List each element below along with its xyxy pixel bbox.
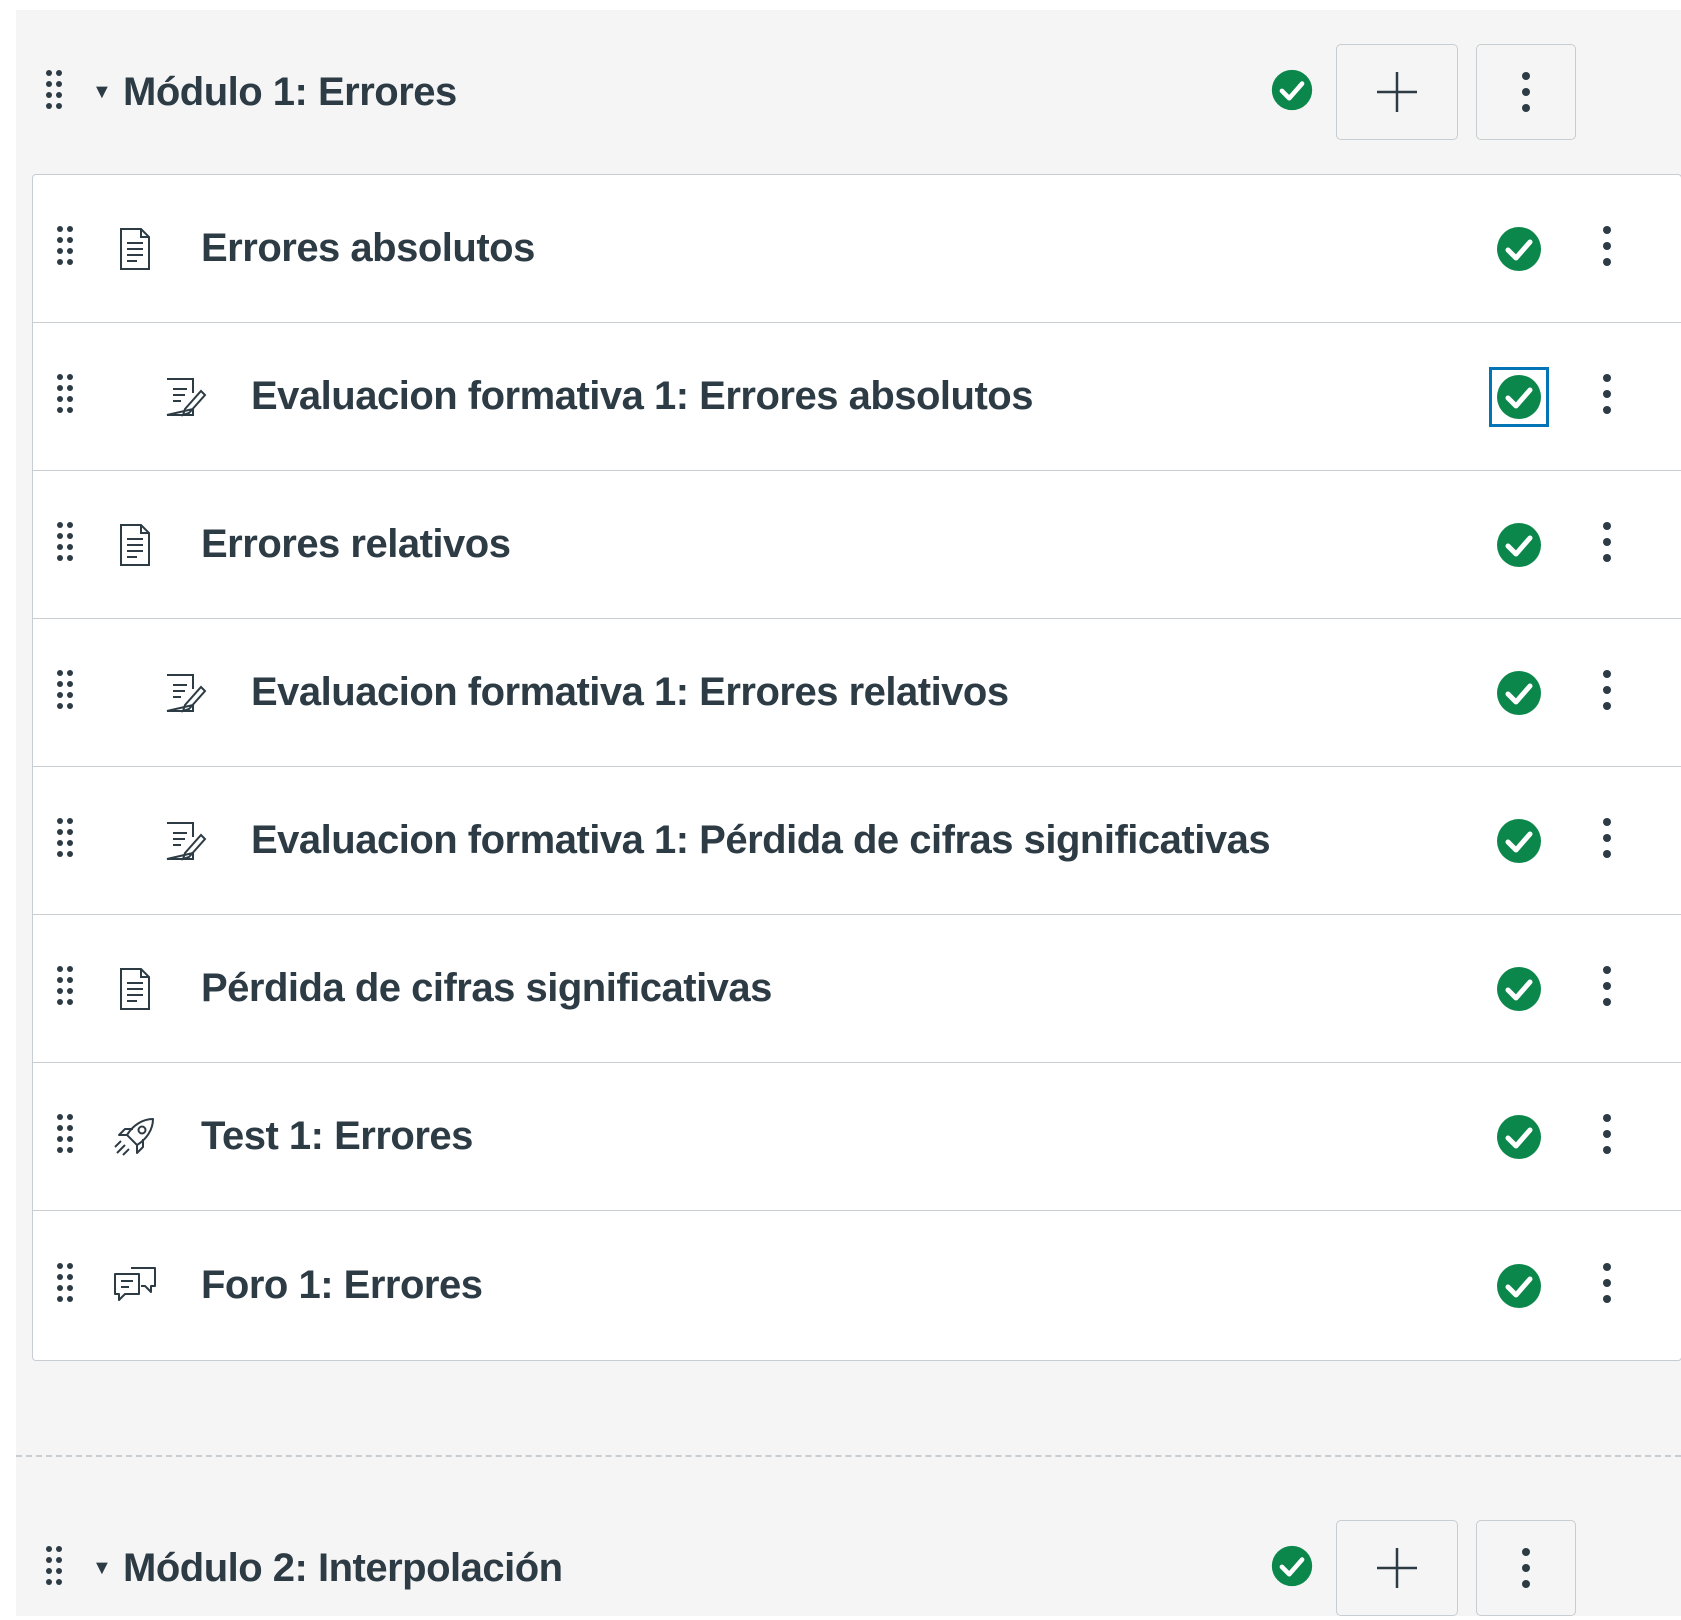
module-item[interactable]: Errores absolutos [33,175,1681,323]
item-title[interactable]: Evaluacion formativa 1: Errores absoluto… [251,374,1033,419]
assignment-icon [163,671,207,715]
item-title[interactable]: Foro 1: Errores [201,1263,483,1308]
add-item-button[interactable] [1336,1520,1458,1616]
document-icon [113,523,157,567]
published-check-icon[interactable] [1495,1262,1543,1310]
kebab-icon[interactable] [1603,522,1611,567]
module-item[interactable]: Evaluacion formativa 1: Pérdida de cifra… [33,767,1681,915]
module-item[interactable]: Pérdida de cifras significativas [33,915,1681,1063]
item-title[interactable]: Evaluacion formativa 1: Pérdida de cifra… [251,818,1271,863]
published-check-icon[interactable] [1495,669,1543,717]
module-header[interactable]: ▼ Módulo 2: Interpolación [16,1516,1681,1620]
kebab-icon[interactable] [1603,226,1611,271]
item-title[interactable]: Errores relativos [201,522,511,567]
kebab-icon[interactable] [1603,1114,1611,1159]
item-title[interactable]: Evaluacion formativa 1: Errores relativo… [251,670,1009,715]
module-options-button[interactable] [1476,1520,1576,1616]
drag-handle-icon[interactable] [57,1263,73,1308]
module-title: Módulo 1: Errores [123,69,457,114]
item-title[interactable]: Pérdida de cifras significativas [201,966,772,1011]
published-check-icon[interactable] [1495,965,1543,1013]
published-check-icon[interactable] [1495,521,1543,569]
rocket-icon [113,1115,157,1159]
kebab-icon [1522,72,1530,112]
kebab-icon[interactable] [1603,966,1611,1011]
kebab-icon[interactable] [1603,670,1611,715]
module-title: Módulo 2: Interpolación [123,1545,563,1590]
published-check-icon[interactable] [1270,68,1314,117]
item-title[interactable]: Test 1: Errores [201,1114,473,1159]
plus-icon [1377,72,1417,112]
published-check-icon[interactable] [1270,1544,1314,1593]
module-item[interactable]: Test 1: Errores [33,1063,1681,1211]
published-check-icon[interactable] [1495,1113,1543,1161]
module-items-list: Errores absolutos Evaluacion formativa 1… [32,174,1681,1361]
plus-icon [1377,1548,1417,1588]
drag-handle-icon[interactable] [57,670,73,715]
published-check-icon[interactable] [1489,366,1549,427]
kebab-icon[interactable] [1603,818,1611,863]
module-item[interactable]: Evaluacion formativa 1: Errores absoluto… [33,323,1681,471]
assignment-icon [163,375,207,419]
add-item-button[interactable] [1336,44,1458,140]
document-icon [113,967,157,1011]
drag-handle-icon[interactable] [46,69,62,115]
drag-handle-icon[interactable] [57,522,73,567]
kebab-icon[interactable] [1603,374,1611,419]
module-header[interactable]: ▼ Módulo 1: Errores [16,40,1681,144]
kebab-icon [1522,1548,1530,1588]
module-item[interactable]: Errores relativos [33,471,1681,619]
published-check-icon[interactable] [1495,817,1543,865]
drag-handle-icon[interactable] [46,1545,62,1591]
module-item[interactable]: Foro 1: Errores [33,1211,1681,1360]
assignment-icon [163,819,207,863]
module-options-button[interactable] [1476,44,1576,140]
kebab-icon[interactable] [1603,1263,1611,1308]
document-icon [113,227,157,271]
drag-handle-icon[interactable] [57,818,73,863]
module-divider [16,1455,1681,1457]
discussion-icon [113,1264,157,1308]
collapse-toggle-icon[interactable]: ▼ [92,1557,112,1580]
drag-handle-icon[interactable] [57,966,73,1011]
drag-handle-icon[interactable] [57,1114,73,1159]
drag-handle-icon[interactable] [57,374,73,419]
item-title[interactable]: Errores absolutos [201,226,535,271]
published-check-icon[interactable] [1495,225,1543,273]
drag-handle-icon[interactable] [57,226,73,271]
module-item[interactable]: Evaluacion formativa 1: Errores relativo… [33,619,1681,767]
collapse-toggle-icon[interactable]: ▼ [92,81,112,104]
